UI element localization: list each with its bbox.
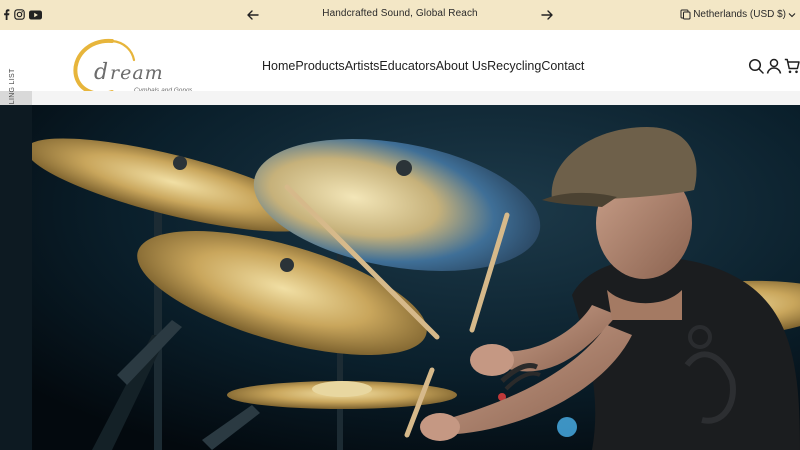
social-links: [3, 9, 42, 20]
site-header: d ream Cymbals and Gongs Home Products A…: [0, 30, 800, 96]
main-nav: Home Products Artists Educators About Us…: [262, 59, 584, 73]
locale-label: Netherlands (USD $): [693, 9, 786, 20]
nav-recycling[interactable]: Recycling: [487, 59, 541, 73]
announcement-text: Handcrafted Sound, Global Reach: [322, 8, 478, 19]
svg-text:d: d: [94, 60, 108, 85]
nav-home[interactable]: Home: [262, 59, 295, 73]
hero-left-edge: [0, 105, 32, 450]
nav-artists[interactable]: Artists: [345, 59, 380, 73]
hero-image-drummer: [32, 105, 800, 450]
instagram-icon[interactable]: [14, 9, 25, 20]
svg-text:ream: ream: [110, 62, 164, 84]
page: Handcrafted Sound, Global Reach Netherla…: [0, 0, 800, 450]
nav-about-us[interactable]: About Us: [436, 59, 487, 73]
announcement-prev-button[interactable]: [246, 8, 260, 22]
globe-icon: [680, 9, 691, 20]
locale-selector[interactable]: Netherlands (USD $): [680, 9, 796, 20]
announcement-next-button[interactable]: [540, 8, 554, 22]
chevron-down-icon: [788, 12, 796, 17]
account-icon[interactable]: [766, 58, 782, 74]
logo[interactable]: d ream Cymbals and Gongs: [72, 38, 194, 96]
cart-icon[interactable]: [784, 58, 800, 74]
youtube-icon[interactable]: [29, 10, 42, 20]
facebook-icon[interactable]: [3, 9, 10, 20]
announcement-bar: Handcrafted Sound, Global Reach Netherla…: [0, 0, 800, 30]
search-icon[interactable]: [748, 58, 764, 74]
dream-logo-image: d ream Cymbals and Gongs: [73, 38, 194, 96]
arrow-left-icon: [247, 10, 259, 20]
hero-banner: [32, 105, 800, 450]
header-actions: [748, 58, 800, 74]
nav-contact[interactable]: Contact: [541, 59, 584, 73]
arrow-right-icon: [541, 10, 553, 20]
header-divider-strip: [32, 91, 800, 105]
nav-educators[interactable]: Educators: [379, 59, 435, 73]
nav-products[interactable]: Products: [295, 59, 344, 73]
